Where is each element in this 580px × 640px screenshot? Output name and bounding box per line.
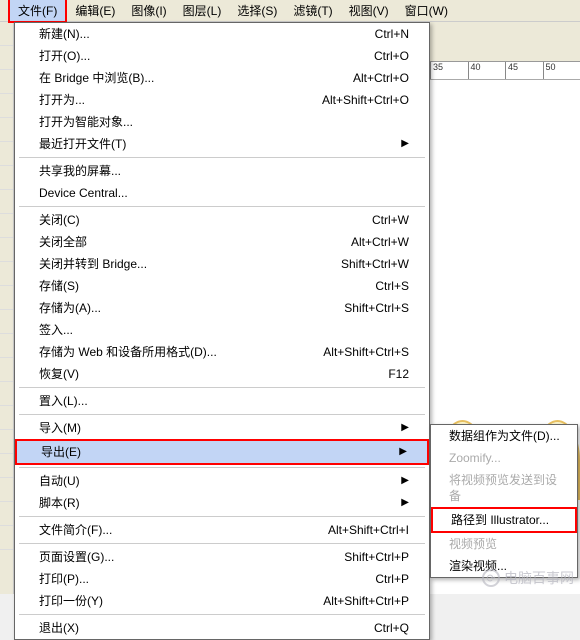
menu-item-checkin[interactable]: 签入... <box>15 319 429 341</box>
menu-item-place[interactable]: 置入(L)... <box>15 390 429 412</box>
menu-image[interactable]: 图像(I) <box>123 0 174 21</box>
left-toolstrip <box>0 22 14 594</box>
menu-edit[interactable]: 编辑(E) <box>67 0 123 21</box>
menu-separator <box>19 157 425 158</box>
menu-item-automate[interactable]: 自动(U)▶ <box>15 470 429 492</box>
menu-item-open-smart[interactable]: 打开为智能对象... <box>15 111 429 133</box>
menu-separator <box>19 467 425 468</box>
menu-item-close-all[interactable]: 关闭全部Alt+Ctrl+W <box>15 231 429 253</box>
menu-item-print-one[interactable]: 打印一份(Y)Alt+Shift+Ctrl+P <box>15 590 429 612</box>
menu-window[interactable]: 窗口(W) <box>397 0 456 21</box>
menu-item-save-web[interactable]: 存储为 Web 和设备所用格式(D)...Alt+Shift+Ctrl+S <box>15 341 429 363</box>
menu-item-import[interactable]: 导入(M)▶ <box>15 417 429 439</box>
menu-item-share-screen[interactable]: 共享我的屏幕... <box>15 160 429 182</box>
menu-item-recent[interactable]: 最近打开文件(T)▶ <box>15 133 429 155</box>
menu-separator <box>19 387 425 388</box>
menu-item-print[interactable]: 打印(P)...Ctrl+P <box>15 568 429 590</box>
chevron-right-icon: ▶ <box>399 444 407 460</box>
menu-item-close[interactable]: 关闭(C)Ctrl+W <box>15 209 429 231</box>
menu-item-scripts[interactable]: 脚本(R)▶ <box>15 492 429 514</box>
menu-layer[interactable]: 图层(L) <box>175 0 230 21</box>
menubar: 文件(F) 编辑(E) 图像(I) 图层(L) 选择(S) 滤镜(T) 视图(V… <box>0 0 580 22</box>
menu-item-open-as[interactable]: 打开为...Alt+Shift+Ctrl+O <box>15 89 429 111</box>
menu-separator <box>19 516 425 517</box>
menu-item-device-central[interactable]: Device Central... <box>15 182 429 204</box>
menu-item-browse-bridge[interactable]: 在 Bridge 中浏览(B)...Alt+Ctrl+O <box>15 67 429 89</box>
menu-separator <box>19 206 425 207</box>
menu-filter[interactable]: 滤镜(T) <box>285 0 340 21</box>
menu-view[interactable]: 视图(V) <box>341 0 397 21</box>
menu-item-page-setup[interactable]: 页面设置(G)...Shift+Ctrl+P <box>15 546 429 568</box>
watermark: ⟳ 电脑百事网 <box>482 568 574 588</box>
menu-item-revert[interactable]: 恢复(V)F12 <box>15 363 429 385</box>
export-submenu: 数据组作为文件(D)... Zoomify... 将视频预览发送到设备 路径到 … <box>430 424 578 578</box>
ruler: 35 40 45 50 <box>430 62 580 80</box>
menu-separator <box>19 543 425 544</box>
menu-item-exit[interactable]: 退出(X)Ctrl+Q <box>15 617 429 639</box>
file-dropdown-menu: 新建(N)...Ctrl+N 打开(O)...Ctrl+O 在 Bridge 中… <box>14 22 430 640</box>
chevron-right-icon: ▶ <box>401 136 409 152</box>
submenu-item-video-preview: 视频预览 <box>431 533 577 555</box>
watermark-icon: ⟳ <box>482 569 500 587</box>
submenu-item-send-video: 将视频预览发送到设备 <box>431 469 577 507</box>
submenu-item-zoomify[interactable]: Zoomify... <box>431 447 577 469</box>
menu-separator <box>19 614 425 615</box>
menu-item-save-as[interactable]: 存储为(A)...Shift+Ctrl+S <box>15 297 429 319</box>
menu-select[interactable]: 选择(S) <box>229 0 285 21</box>
submenu-item-paths-illustrator[interactable]: 路径到 Illustrator... <box>431 507 577 533</box>
menu-item-save[interactable]: 存储(S)Ctrl+S <box>15 275 429 297</box>
menu-item-new[interactable]: 新建(N)...Ctrl+N <box>15 23 429 45</box>
chevron-right-icon: ▶ <box>401 420 409 436</box>
ruler-tick: 40 <box>468 62 506 79</box>
chevron-right-icon: ▶ <box>401 495 409 511</box>
menu-item-file-info[interactable]: 文件简介(F)...Alt+Shift+Ctrl+I <box>15 519 429 541</box>
watermark-text: 电脑百事网 <box>504 568 574 588</box>
menu-item-close-bridge[interactable]: 关闭并转到 Bridge...Shift+Ctrl+W <box>15 253 429 275</box>
menu-item-open[interactable]: 打开(O)...Ctrl+O <box>15 45 429 67</box>
menu-item-export[interactable]: 导出(E)▶ <box>15 439 429 465</box>
ruler-tick: 45 <box>505 62 543 79</box>
submenu-item-datasets[interactable]: 数据组作为文件(D)... <box>431 425 577 447</box>
ruler-tick: 50 <box>543 62 580 79</box>
ruler-tick: 35 <box>430 62 468 79</box>
chevron-right-icon: ▶ <box>401 473 409 489</box>
menu-file[interactable]: 文件(F) <box>8 0 67 23</box>
menu-separator <box>19 414 425 415</box>
